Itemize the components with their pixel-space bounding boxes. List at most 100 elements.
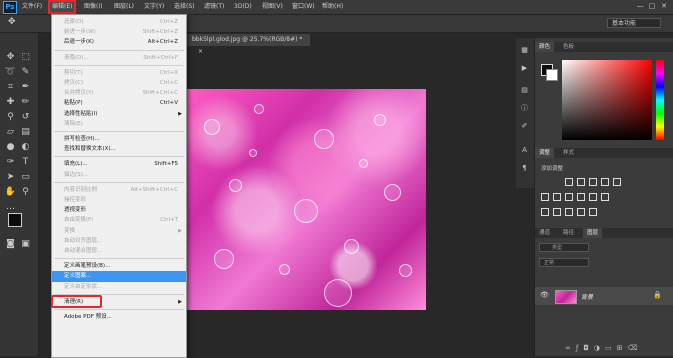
move-tool-icon[interactable]: ✥	[4, 51, 17, 64]
gradient-icon[interactable]: ▤	[19, 126, 32, 139]
color-panel-tabs: 颜色 色板	[535, 42, 673, 52]
edit-menu-item[interactable]: 定义自定形状...	[52, 282, 186, 293]
color-lookup-icon[interactable]	[601, 193, 609, 201]
exposure-icon[interactable]	[601, 178, 609, 186]
properties-panel-icon[interactable]: ▤	[518, 84, 531, 97]
blend-mode-select[interactable]: 正常	[539, 258, 589, 267]
curves-icon[interactable]	[589, 178, 597, 186]
link-icon[interactable]: ∞	[565, 344, 576, 352]
menu-item-label: Adobe PDF 预设...	[64, 314, 112, 320]
edit-menu-item[interactable]: 渐隐(D)... Shift+Ctrl+F	[52, 53, 186, 64]
brush-panel-icon[interactable]: ✐	[518, 120, 531, 133]
trash-icon[interactable]: ⌫	[627, 344, 642, 352]
layer-row[interactable]: 👁 背景 🔒	[535, 287, 673, 305]
hand-tool-icon[interactable]: ✋	[4, 186, 17, 199]
tab-adjustments[interactable]: 调整	[535, 148, 555, 158]
marquee-tool-icon[interactable]: ⬚	[19, 51, 32, 64]
zoom-tool-icon[interactable]: ⚲	[19, 186, 32, 199]
healing-brush-icon[interactable]: ✚	[4, 96, 17, 109]
menu-edit[interactable]: 编辑(E)	[47, 0, 77, 14]
tab-swatches[interactable]: 色板	[559, 42, 578, 52]
vibrance-icon[interactable]	[613, 178, 621, 186]
bubble	[294, 199, 318, 223]
posterize-icon[interactable]	[553, 208, 561, 216]
edit-menu-item[interactable]: 描边(S)...	[52, 170, 186, 181]
color-balance-icon[interactable]	[553, 193, 561, 201]
eye-icon[interactable]: 👁	[540, 291, 549, 299]
menu-type[interactable]: 文字(Y)	[144, 2, 164, 12]
blur-tool-icon[interactable]: ●	[4, 141, 17, 154]
eyedropper-icon[interactable]: ✒	[19, 81, 32, 94]
path-select-icon[interactable]: ➤	[4, 171, 17, 184]
dodge-tool-icon[interactable]: ◐	[19, 141, 32, 154]
close-button[interactable]: ✕	[659, 2, 669, 10]
workspace-select[interactable]: 基本功能	[607, 18, 661, 28]
tab-paths[interactable]: 路径	[559, 228, 578, 238]
document-tab[interactable]: bbk5lpl.glod.jpg @ 25.7%(RGB/8#) * ×	[182, 34, 310, 55]
background-swatch[interactable]	[546, 69, 558, 81]
invert-icon[interactable]	[541, 208, 549, 216]
menu-view[interactable]: 视图(V)	[262, 2, 283, 12]
levels-icon[interactable]	[577, 178, 585, 186]
tab-layers[interactable]: 图层	[583, 228, 603, 238]
menu-help[interactable]: 帮助(H)	[322, 2, 343, 12]
black-white-icon[interactable]	[565, 193, 573, 201]
menu-file[interactable]: 文件(F)	[22, 2, 42, 12]
maximize-button[interactable]: □	[647, 2, 657, 10]
menu-image[interactable]: 图像(I)	[84, 2, 102, 12]
eraser-icon[interactable]: ▱	[4, 126, 17, 139]
edit-menu-item[interactable]: Adobe PDF 预设...	[52, 312, 186, 323]
menu-filter[interactable]: 滤镜(T)	[204, 2, 224, 12]
quick-select-icon[interactable]: ✎	[19, 66, 32, 79]
minimize-button[interactable]: —	[635, 2, 645, 10]
menu-separator	[54, 49, 184, 51]
history-brush-icon[interactable]: ↺	[19, 111, 32, 124]
brightness-icon[interactable]	[565, 178, 573, 186]
brush-tool-icon[interactable]: ✏	[19, 96, 32, 109]
clone-stamp-icon[interactable]: ⚲	[4, 111, 17, 124]
paragraph-panel-icon[interactable]: ¶	[518, 162, 531, 175]
photo-filter-icon[interactable]	[577, 193, 585, 201]
edit-menu-item[interactable]: 自动混合图层...	[52, 246, 186, 257]
lasso-tool-icon[interactable]: ➰	[4, 66, 17, 79]
threshold-icon[interactable]	[565, 208, 573, 216]
menu-item-shortcut: Alt+Ctrl+Z	[147, 39, 178, 46]
submenu-arrow-icon: ▶	[178, 298, 182, 305]
channel-mixer-icon[interactable]	[589, 193, 597, 201]
info-panel-icon[interactable]: ⓘ	[518, 102, 531, 115]
shape-tool-icon[interactable]: ▭	[19, 171, 32, 184]
tab-color[interactable]: 颜色	[535, 42, 555, 52]
tab-channels[interactable]: 通道	[535, 228, 554, 238]
edit-menu-item[interactable]: 清除(E)	[52, 119, 186, 130]
mask-icon[interactable]: ◘	[583, 344, 594, 352]
group-icon[interactable]: ▭	[605, 344, 617, 352]
menu-layer[interactable]: 图层(L)	[114, 2, 134, 12]
pen-tool-icon[interactable]: ✑	[4, 156, 17, 169]
edit-menu-item[interactable]: 后退一步(K) Alt+Ctrl+Z	[52, 37, 186, 48]
hue-slider[interactable]	[656, 60, 664, 140]
actions-panel-icon[interactable]: ▶	[518, 62, 531, 75]
type-tool-icon[interactable]: T	[19, 156, 32, 169]
crop-tool-icon[interactable]: ⌗	[4, 81, 17, 94]
move-tool-icon[interactable]: ✥	[8, 17, 16, 27]
menu-3d[interactable]: 3D(D)	[234, 2, 252, 12]
menu-window[interactable]: 窗口(W)	[292, 2, 315, 12]
screen-mode-icon[interactable]: ▣	[19, 238, 32, 251]
menu-select[interactable]: 选择(S)	[174, 2, 195, 12]
close-tab-icon[interactable]: ×	[198, 48, 203, 55]
new-layer-icon[interactable]: ⊞	[617, 344, 628, 352]
edit-menu-item[interactable]: 查找和替换文本(X)...	[52, 144, 186, 155]
foreground-color[interactable]	[8, 213, 22, 227]
bubble	[344, 239, 359, 254]
selective-color-icon[interactable]	[589, 208, 597, 216]
color-picker-field[interactable]	[562, 60, 652, 140]
hue-sat-icon[interactable]	[541, 193, 549, 201]
gradient-map-icon[interactable]	[577, 208, 585, 216]
layer-kind-filter[interactable]: 类型	[539, 243, 589, 252]
canvas-image[interactable]	[184, 89, 426, 310]
tab-styles[interactable]: 样式	[559, 148, 578, 158]
quick-mask-icon[interactable]: ◙	[4, 238, 17, 251]
history-panel-icon[interactable]: ▦	[518, 44, 531, 57]
adjustment-icon[interactable]: ◑	[594, 344, 605, 352]
character-panel-icon[interactable]: A	[518, 144, 531, 157]
